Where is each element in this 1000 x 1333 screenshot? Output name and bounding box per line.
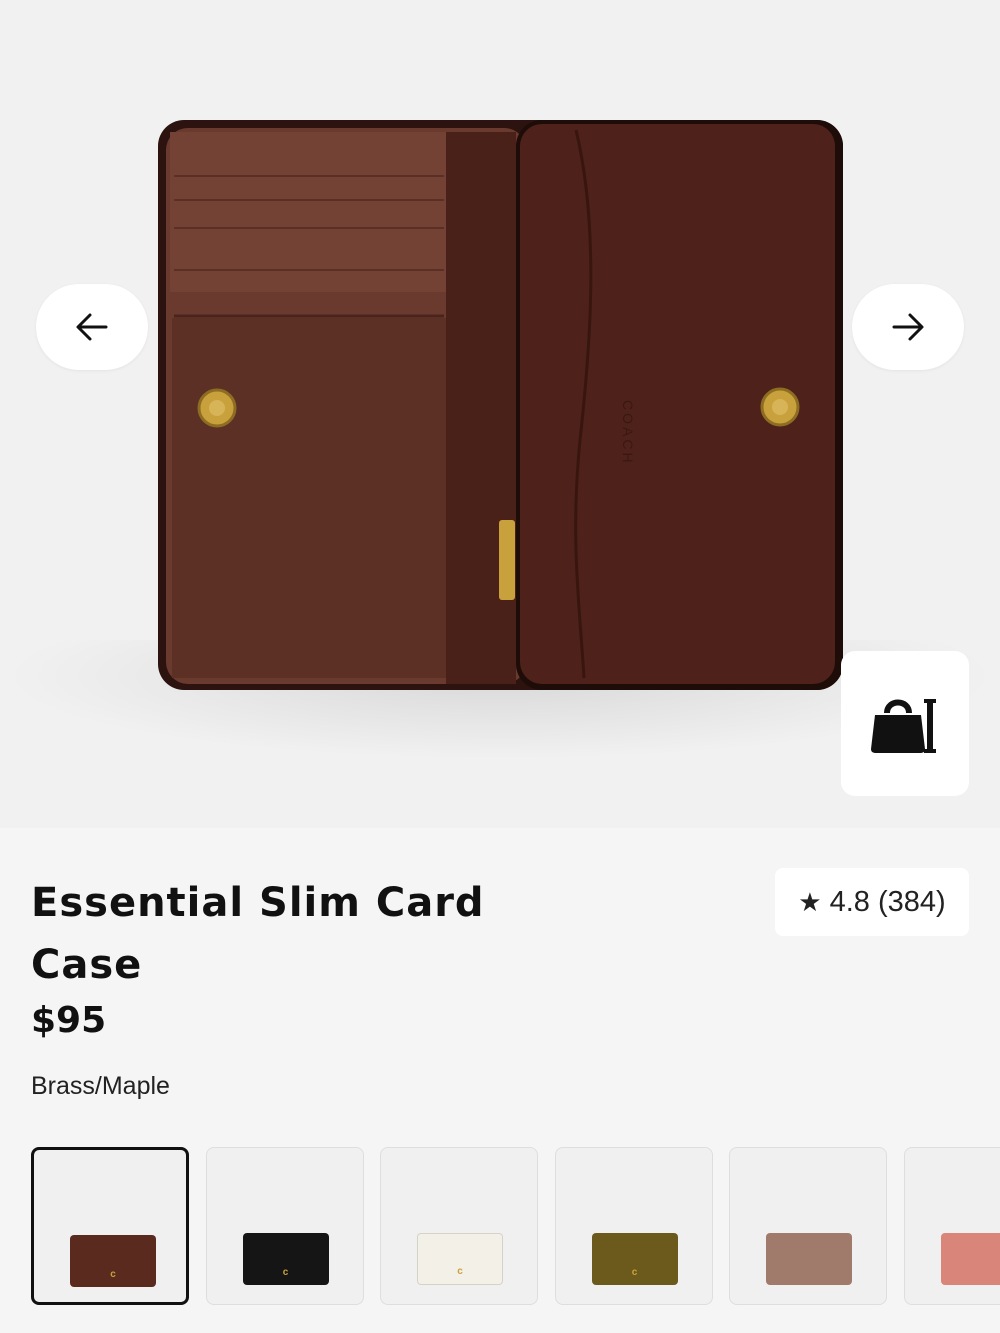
swatch-product-thumbnail <box>940 1233 1000 1285</box>
svg-text:COACH: COACH <box>620 400 636 466</box>
shopping-bag-icon <box>871 698 936 753</box>
product-price: $95 <box>31 1000 107 1041</box>
color-swatch-list: cccc <box>31 1147 1000 1307</box>
brand-logo-icon: c <box>282 1267 289 1278</box>
selected-color-name: Brass/Maple <box>31 1072 170 1100</box>
next-image-button[interactable] <box>852 284 964 370</box>
swatch-product-thumbnail <box>766 1233 852 1285</box>
arrow-right-icon <box>892 313 924 341</box>
product-image: COACH <box>158 120 843 690</box>
product-title: Essential Slim Card Case <box>31 880 485 988</box>
color-swatch[interactable]: c <box>31 1147 189 1305</box>
previous-image-button[interactable] <box>36 284 148 370</box>
arrow-left-icon <box>76 313 108 341</box>
color-swatch[interactable]: c <box>380 1147 538 1305</box>
swatch-product-thumbnail: c <box>242 1233 329 1285</box>
swatch-product-thumbnail: c <box>417 1233 503 1285</box>
swatch-product-thumbnail: c <box>70 1235 156 1287</box>
color-swatch[interactable] <box>903 1147 1000 1305</box>
rating-text: 4.8 (384) <box>829 885 946 918</box>
star-icon: ★ <box>798 886 822 917</box>
color-swatch[interactable] <box>729 1147 887 1305</box>
product-image-gallery: COACH <box>0 0 1000 828</box>
product-info: Essential Slim Card Case ★ 4.8 (384) $95… <box>0 828 1000 1333</box>
brand-logo-icon: c <box>631 1267 638 1278</box>
brand-logo-icon: c <box>110 1269 116 1280</box>
swatch-product-thumbnail: c <box>591 1233 678 1285</box>
color-swatch[interactable]: c <box>205 1147 364 1305</box>
brand-logo-icon: c <box>457 1266 463 1277</box>
add-to-bag-button[interactable] <box>841 651 969 796</box>
color-swatch[interactable]: c <box>554 1147 713 1305</box>
rating-badge[interactable]: ★ 4.8 (384) <box>775 868 969 936</box>
